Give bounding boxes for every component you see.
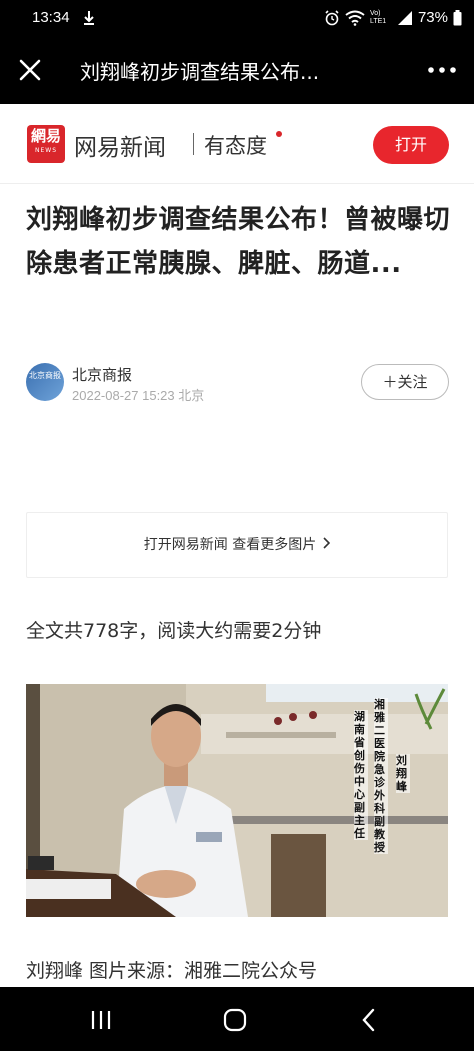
close-icon[interactable]: [14, 54, 46, 86]
reading-info: 全文共778字，阅读大约需要2分钟: [26, 620, 322, 642]
follow-button[interactable]: ＋关注: [361, 364, 449, 400]
recent-apps-icon[interactable]: [88, 1007, 114, 1033]
alarm-icon: [325, 9, 339, 25]
status-bar: 13:34 Vo) LTE1 73%: [0, 0, 474, 38]
back-icon[interactable]: [356, 1007, 382, 1033]
status-time: 13:34: [32, 9, 70, 26]
photo-caption: 刘翔峰 图片来源：湘雅二院公众号: [26, 960, 318, 982]
open-app-button[interactable]: 打开: [373, 126, 449, 164]
home-icon[interactable]: [222, 1007, 248, 1033]
brand-divider: [193, 133, 194, 155]
slogan-dot: [276, 131, 282, 137]
photo-role-text: 湖南省创伤中心副主任: [354, 710, 368, 840]
battery-icon: [453, 9, 462, 25]
system-nav-bar: [0, 987, 474, 1051]
article-headline: 刘翔峰初步调查结果公布！曾被曝切除患者正常胰腺、脾脏、肠道...: [26, 205, 451, 279]
signal-icon: [397, 10, 412, 25]
photo-name-text: 刘翔峰: [396, 754, 410, 793]
page-title: 刘翔峰初步调查结果公布...: [80, 60, 320, 84]
app-bar: 刘翔峰初步调查结果公布...: [0, 38, 474, 104]
article-photo[interactable]: 湘雅二医院急诊外科副教授 湖南省创伤中心副主任 刘翔峰: [26, 684, 448, 917]
brand-slogan: 有态度: [204, 134, 267, 158]
lte-label: Vo) LTE1: [369, 9, 387, 25]
download-icon: [84, 11, 94, 25]
brand-header: 網易 NEWS 网易新闻 有态度 打开: [0, 104, 474, 184]
brand-name: 网易新闻: [74, 135, 166, 161]
wifi-icon: [345, 10, 365, 26]
author-name[interactable]: 北京商报: [72, 364, 132, 385]
more-images-link[interactable]: 打开网易新闻 查看更多图片: [26, 512, 448, 578]
more-options-icon[interactable]: [426, 58, 458, 82]
more-images-label: 打开网易新闻 查看更多图片: [143, 537, 317, 553]
author-avatar[interactable]: 北京商报: [26, 363, 64, 401]
publish-meta: 2022-08-27 15:23 北京: [72, 388, 205, 403]
netease-logo: 網易 NEWS: [27, 125, 65, 163]
photo-title-text: 湘雅二医院急诊外科副教授: [374, 698, 388, 854]
battery-percent: 73%: [417, 9, 448, 26]
chevron-right-icon: [323, 537, 331, 549]
